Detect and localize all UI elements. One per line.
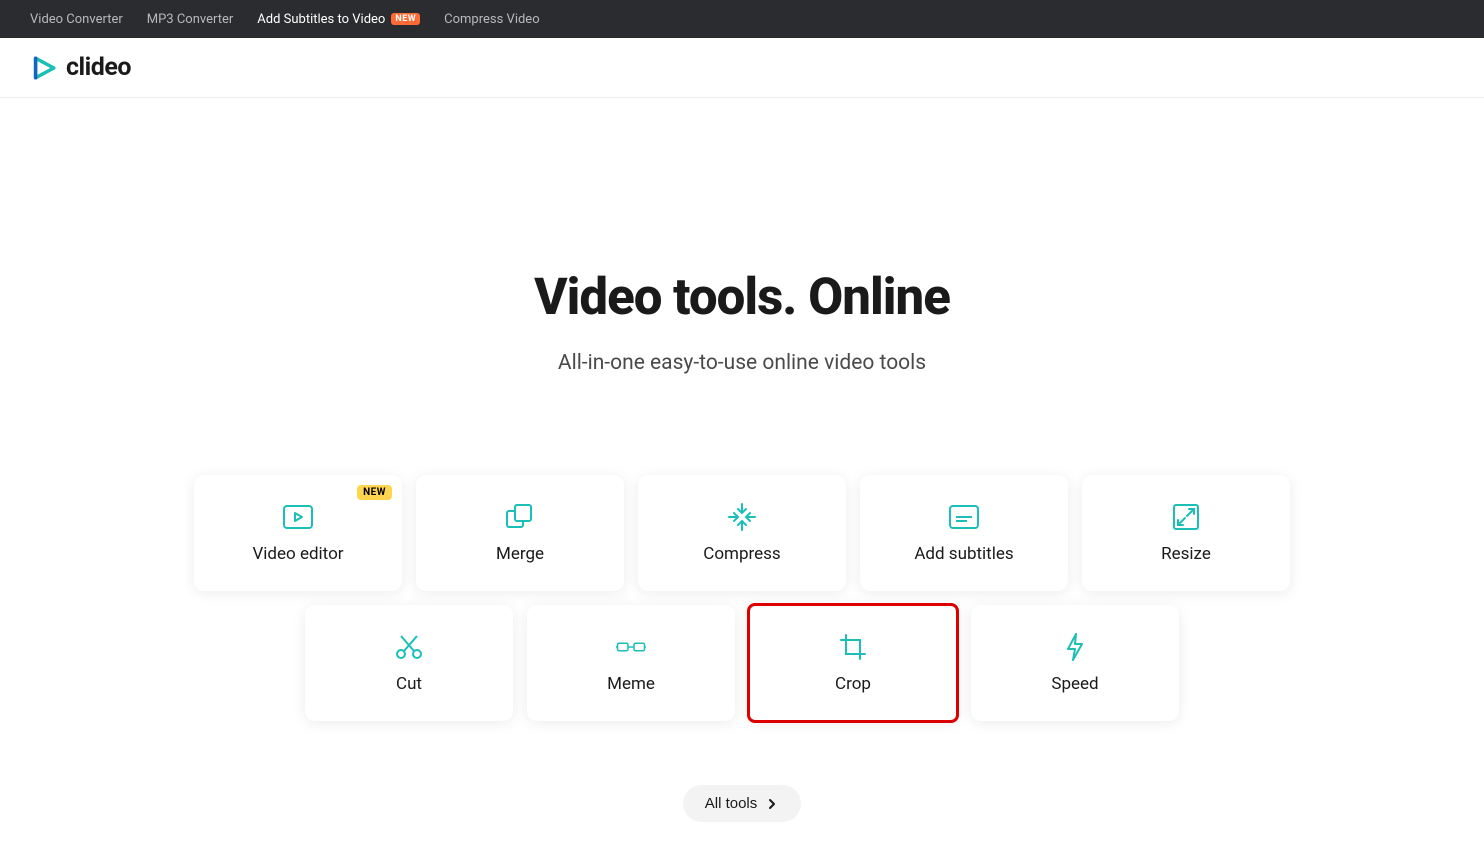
tool-label: Merge bbox=[496, 544, 544, 564]
tool-label: Meme bbox=[607, 674, 655, 694]
top-nav-mp3-converter[interactable]: MP3 Converter bbox=[147, 12, 234, 27]
top-nav-video-converter[interactable]: Video Converter bbox=[30, 12, 123, 27]
tool-label: Add subtitles bbox=[914, 544, 1013, 564]
tool-label: Resize bbox=[1161, 544, 1211, 564]
compress-icon bbox=[727, 502, 757, 532]
tool-card-compress[interactable]: Compress bbox=[638, 475, 846, 591]
hero: Video tools. Online All-in-one easy-to-u… bbox=[0, 98, 1484, 425]
tool-card-resize[interactable]: Resize bbox=[1082, 475, 1290, 591]
new-badge: NEW bbox=[391, 13, 420, 25]
top-nav-add-subtitles[interactable]: Add Subtitles to Video NEW bbox=[257, 12, 420, 27]
top-nav-label: Compress Video bbox=[444, 12, 539, 27]
brand-logo[interactable]: clideo bbox=[30, 53, 131, 82]
play-triangle-icon bbox=[30, 54, 58, 82]
tool-label: Video editor bbox=[252, 544, 343, 564]
all-tools-button[interactable]: All tools bbox=[683, 785, 802, 822]
tool-card-crop[interactable]: Crop bbox=[749, 605, 957, 721]
tool-card-merge[interactable]: Merge bbox=[416, 475, 624, 591]
tool-card-cut[interactable]: Cut bbox=[305, 605, 513, 721]
top-nav-label: MP3 Converter bbox=[147, 12, 234, 27]
tool-grid: NEW Video editor Merge Compress bbox=[0, 475, 1484, 721]
subtitles-icon bbox=[949, 502, 979, 532]
top-nav: Video Converter MP3 Converter Add Subtit… bbox=[0, 0, 1484, 38]
tool-label: Crop bbox=[835, 674, 871, 694]
speed-icon bbox=[1060, 632, 1090, 662]
header: clideo bbox=[0, 38, 1484, 98]
brand-name: clideo bbox=[66, 53, 131, 82]
tool-card-meme[interactable]: Meme bbox=[527, 605, 735, 721]
top-nav-label: Video Converter bbox=[30, 12, 123, 27]
merge-icon bbox=[505, 502, 535, 532]
tool-card-speed[interactable]: Speed bbox=[971, 605, 1179, 721]
tool-row-1: NEW Video editor Merge Compress bbox=[194, 475, 1290, 591]
tool-card-add-subtitles[interactable]: Add subtitles bbox=[860, 475, 1068, 591]
page-title: Video tools. Online bbox=[0, 268, 1484, 327]
top-nav-compress-video[interactable]: Compress Video bbox=[444, 12, 539, 27]
chevron-right-icon bbox=[765, 797, 779, 811]
page-subtitle: All-in-one easy-to-use online video tool… bbox=[0, 351, 1484, 375]
cut-icon bbox=[394, 632, 424, 662]
tool-label: Cut bbox=[396, 674, 422, 694]
tool-row-2: Cut Meme Crop Speed bbox=[305, 605, 1179, 721]
tool-label: Speed bbox=[1051, 674, 1098, 694]
all-tools-label: All tools bbox=[705, 795, 758, 812]
new-badge: NEW bbox=[357, 485, 392, 500]
top-nav-label: Add Subtitles to Video bbox=[257, 12, 385, 27]
play-icon bbox=[283, 502, 313, 532]
meme-icon bbox=[616, 632, 646, 662]
tool-label: Compress bbox=[703, 544, 780, 564]
tool-card-video-editor[interactable]: NEW Video editor bbox=[194, 475, 402, 591]
crop-icon bbox=[838, 632, 868, 662]
resize-icon bbox=[1171, 502, 1201, 532]
